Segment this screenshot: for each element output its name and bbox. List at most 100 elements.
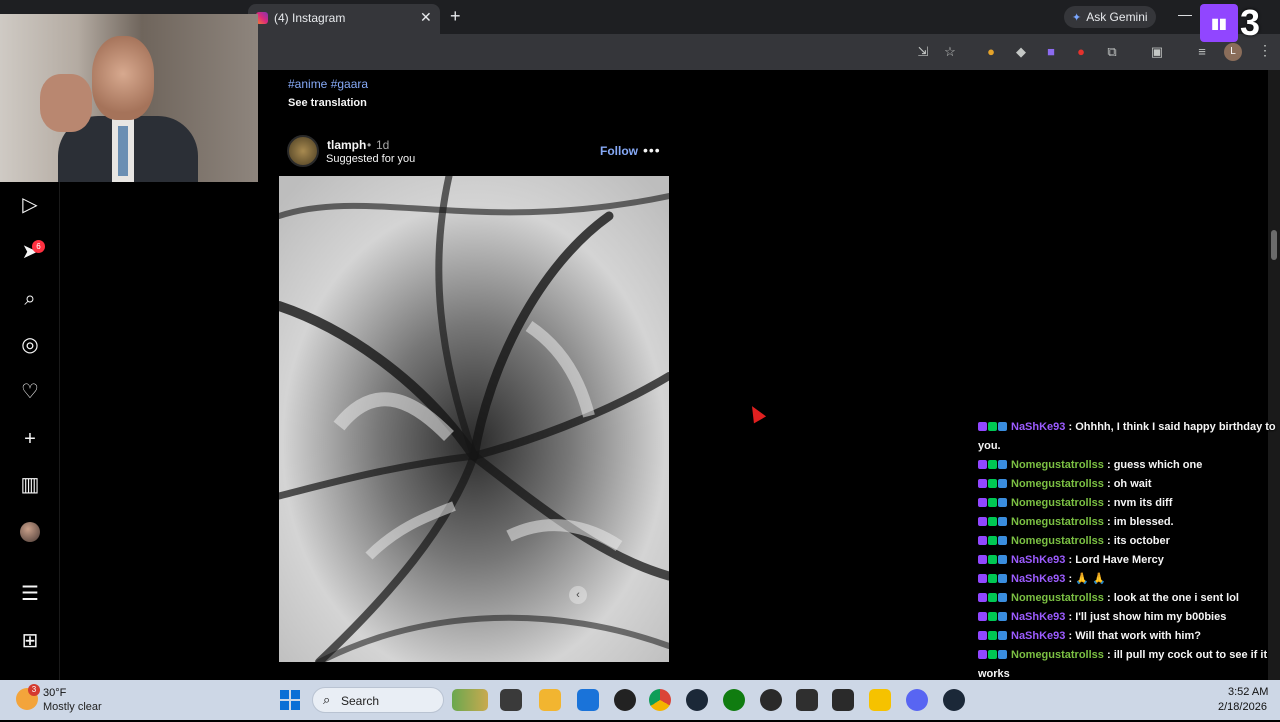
install-app-icon[interactable]: ⇲ xyxy=(915,44,931,60)
xbox-icon[interactable] xyxy=(723,689,745,711)
steam-alt-icon[interactable] xyxy=(943,689,965,711)
extension-color-icon[interactable]: ● xyxy=(983,44,999,60)
chrome-icon[interactable] xyxy=(649,689,671,711)
chat-username[interactable]: Nomegustatrollss xyxy=(1011,478,1104,490)
news-widget-icon[interactable] xyxy=(452,689,488,711)
reading-list-icon[interactable]: ≡ xyxy=(1194,44,1210,60)
chat-badges-icon xyxy=(978,551,1008,570)
chat-username[interactable]: NaShKe93 xyxy=(1011,630,1065,642)
dashboard-icon[interactable]: ▥ xyxy=(18,473,42,497)
chat-text: : im blessed. xyxy=(1103,516,1174,528)
extensions-puzzle-icon[interactable]: ⧉ xyxy=(1104,44,1120,60)
create-plus-icon[interactable]: + xyxy=(18,427,42,451)
steam-icon[interactable] xyxy=(686,689,708,711)
follow-button[interactable]: Follow xyxy=(600,144,638,158)
ask-gemini-label: Ask Gemini xyxy=(1086,10,1148,24)
rockstar-icon[interactable] xyxy=(869,689,891,711)
tab-title: (4) Instagram xyxy=(274,11,346,25)
see-translation-link[interactable]: See translation xyxy=(288,97,367,109)
chat-badges-icon xyxy=(978,456,1008,475)
extension-diamond-icon[interactable]: ◆ xyxy=(1013,44,1029,60)
store-icon[interactable] xyxy=(577,689,599,711)
chat-message: Nomegustatrollss : ill pull my cock out … xyxy=(978,646,1276,684)
record-app-icon[interactable] xyxy=(614,689,636,711)
chat-message: Nomegustatrollss : nvm its diff xyxy=(978,494,1276,513)
search-icon[interactable]: ⌕ xyxy=(18,287,42,311)
pencil-sketch-artwork xyxy=(279,176,669,662)
chat-badges-icon xyxy=(978,589,1008,608)
profile-avatar-icon[interactable] xyxy=(20,522,40,542)
chat-username[interactable]: NaShKe93 xyxy=(1011,554,1065,566)
chat-message: NaShKe93 : 🙏 🙏 xyxy=(978,570,1276,589)
carousel-prev-button[interactable]: ‹ xyxy=(569,586,587,604)
chat-username[interactable]: Nomegustatrollss xyxy=(1011,459,1104,471)
chat-username[interactable]: NaShKe93 xyxy=(1011,573,1065,585)
chat-message: Nomegustatrollss : its october xyxy=(978,532,1276,551)
chat-badges-icon xyxy=(978,608,1008,627)
stream-chat-overlay: NaShKe93 : Ohhhh, I think I said happy b… xyxy=(978,418,1276,718)
chat-text: : nvm its diff xyxy=(1103,497,1173,509)
chat-badges-icon xyxy=(978,627,1008,646)
chat-message: NaShKe93 : Lord Have Mercy xyxy=(978,551,1276,570)
bookmark-star-icon[interactable]: ☆ xyxy=(942,44,958,60)
epic-games-icon[interactable] xyxy=(832,689,854,711)
split-view-icon[interactable]: ▣ xyxy=(1149,44,1165,60)
obs-icon[interactable] xyxy=(760,689,782,711)
new-tab-button[interactable]: + xyxy=(450,6,461,27)
start-button[interactable] xyxy=(280,690,300,710)
chat-text: : Will that work with him? xyxy=(1065,630,1201,642)
chat-text: : Lord Have Mercy xyxy=(1065,554,1164,566)
search-placeholder: Search xyxy=(341,694,380,708)
windows-taskbar: 3 30°F Mostly clear ⌕ Search 3:52 AM 2/1… xyxy=(0,680,1280,720)
chat-badges-icon xyxy=(978,532,1008,551)
tab-close-icon[interactable]: ✕ xyxy=(420,9,432,26)
tab-instagram[interactable]: (4) Instagram ✕ xyxy=(248,4,440,34)
taskbar-search[interactable]: ⌕ Search xyxy=(312,687,444,713)
weather-description[interactable]: Mostly clear xyxy=(43,701,102,713)
post-image[interactable]: ‹ xyxy=(279,176,669,662)
weather-temperature[interactable]: 30°F xyxy=(43,687,66,699)
chat-text: : 🙏 🙏 xyxy=(1065,573,1106,585)
post-more-options-icon[interactable]: ••• xyxy=(643,142,661,158)
explore-compass-icon[interactable]: ◎ xyxy=(18,333,42,357)
chat-username[interactable]: NaShKe93 xyxy=(1011,611,1065,623)
7zip-icon[interactable] xyxy=(796,689,818,711)
post-hashtags[interactable]: #anime #gaara xyxy=(288,77,368,91)
chat-text: : oh wait xyxy=(1103,478,1152,490)
profile-avatar[interactable]: L xyxy=(1224,43,1242,61)
file-explorer-icon[interactable] xyxy=(539,689,561,711)
chat-badges-icon xyxy=(978,646,1008,665)
chat-username[interactable]: Nomegustatrollss xyxy=(1011,535,1104,547)
extension-twitch-icon[interactable]: ■ xyxy=(1043,44,1059,60)
window-minimize-button[interactable]: — xyxy=(1178,6,1192,22)
chat-message: NaShKe93 : I'll just show him my b00bies xyxy=(978,608,1276,627)
also-from-meta-icon[interactable]: ⊞ xyxy=(18,629,42,653)
chat-username[interactable]: NaShKe93 xyxy=(1011,421,1065,433)
post-timestamp: 1d xyxy=(376,138,390,152)
chat-message: Nomegustatrollss : look at the one i sen… xyxy=(978,589,1276,608)
more-menu-icon[interactable]: ☰ xyxy=(18,582,42,606)
twitch-overlay-count: 3 xyxy=(1240,2,1261,43)
scrollbar-thumb[interactable] xyxy=(1271,230,1277,260)
reels-icon[interactable]: ▷ xyxy=(18,193,42,217)
ask-gemini-button[interactable]: ✦ Ask Gemini xyxy=(1064,6,1156,28)
post-username[interactable]: tlamph xyxy=(327,138,366,152)
chat-username[interactable]: Nomegustatrollss xyxy=(1011,592,1104,604)
streamer-webcam xyxy=(0,14,258,182)
chat-message: Nomegustatrollss : guess which one xyxy=(978,456,1276,475)
chat-username[interactable]: Nomegustatrollss xyxy=(1011,649,1104,661)
chat-username[interactable]: Nomegustatrollss xyxy=(1011,516,1104,528)
notifications-heart-icon[interactable]: ♡ xyxy=(18,380,42,404)
clock-time[interactable]: 3:52 AM xyxy=(1228,686,1268,698)
clock-date[interactable]: 2/18/2026 xyxy=(1218,701,1267,713)
task-view-icon[interactable] xyxy=(500,689,522,711)
chat-text: : I'll just show him my b00bies xyxy=(1065,611,1227,623)
discord-icon[interactable] xyxy=(906,689,928,711)
chat-badges-icon xyxy=(978,475,1008,494)
extension-red-icon[interactable]: ● xyxy=(1073,44,1089,60)
browser-menu-icon[interactable]: ⋮ xyxy=(1258,42,1272,59)
post-author-avatar[interactable] xyxy=(287,135,319,167)
chat-username[interactable]: Nomegustatrollss xyxy=(1011,497,1104,509)
chat-badges-icon xyxy=(978,513,1008,532)
twitch-logo-icon: ▮▮ xyxy=(1200,4,1238,42)
